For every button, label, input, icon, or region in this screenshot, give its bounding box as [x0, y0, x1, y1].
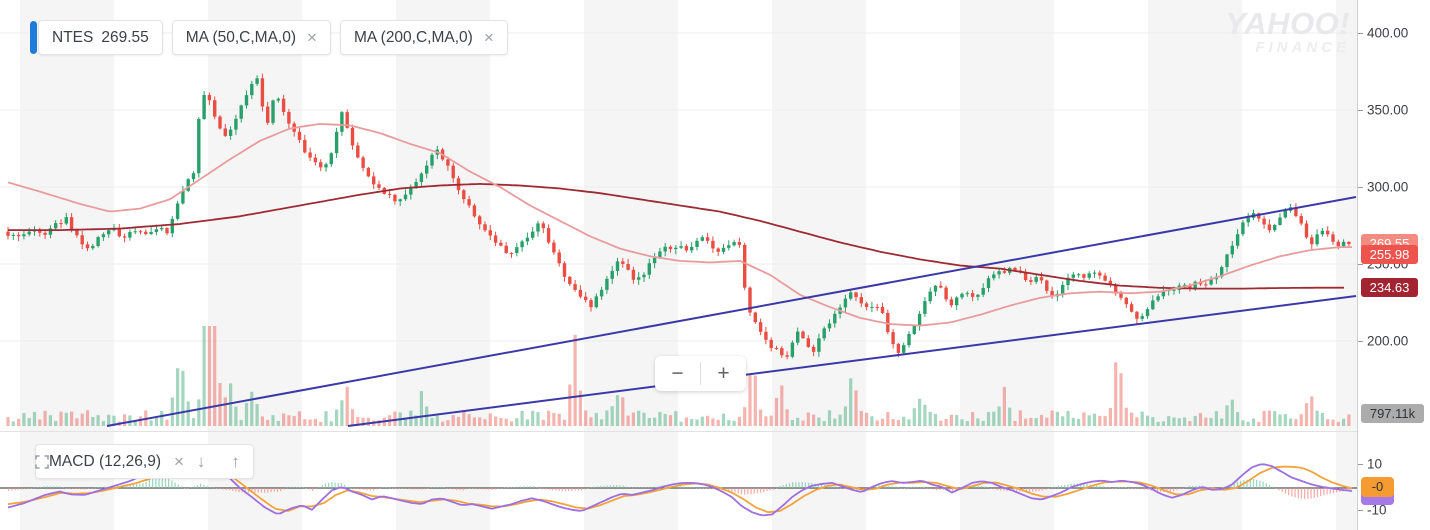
month-band	[1336, 432, 1357, 530]
axis-tick	[1358, 340, 1363, 342]
watermark-line2: FINANCE	[1255, 39, 1350, 56]
volume-value-badge: 797.11k	[1361, 404, 1424, 423]
axis-tick	[1358, 32, 1363, 34]
month-band	[1148, 432, 1242, 530]
close-icon[interactable]: ×	[307, 29, 317, 46]
axis-tick	[1358, 186, 1363, 188]
price-axis[interactable]: 269.55 255.98 234.63 797.11k -0 400.00 35…	[1357, 0, 1430, 530]
axis-tick	[1358, 509, 1363, 511]
ma50-value-badge: 255.98	[1361, 245, 1418, 265]
macd-indicator-chip[interactable]: MACD (12,26,9) × ↓ ↑	[35, 444, 254, 479]
axis-tick-label: 350.00	[1367, 102, 1409, 118]
macd-value-badge: -0	[1361, 477, 1394, 497]
month-band	[772, 432, 866, 530]
ticker-accent-bar	[30, 21, 37, 54]
indicator-label: MA (200,C,MA,0)	[353, 28, 473, 46]
month-band	[960, 0, 1054, 431]
zoom-in-button[interactable]: +	[701, 356, 746, 391]
month-band	[772, 0, 866, 431]
month-band	[1336, 0, 1357, 431]
watermark-line1: YAHOO!	[1225, 6, 1350, 41]
indicator-chip-ma50[interactable]: MA (50,C,MA,0) ×	[171, 20, 331, 55]
close-icon[interactable]: ×	[484, 29, 494, 46]
month-band	[960, 432, 1054, 530]
axis-tick-label: 10	[1367, 456, 1383, 472]
close-icon[interactable]: ×	[174, 453, 184, 470]
month-band	[396, 432, 490, 530]
move-up-icon[interactable]: ↑	[231, 453, 240, 470]
zoom-control: − +	[655, 356, 746, 391]
move-down-icon[interactable]: ↓	[197, 453, 206, 470]
axis-tick	[1358, 109, 1363, 111]
ticker-chip[interactable]: NTES 269.55	[30, 20, 163, 55]
axis-tick	[1358, 463, 1363, 465]
yahoo-finance-watermark: YAHOO! FINANCE	[1225, 8, 1350, 57]
indicator-chip-ma200[interactable]: MA (200,C,MA,0) ×	[339, 20, 508, 55]
month-band	[208, 0, 302, 431]
indicator-label: MA (50,C,MA,0)	[185, 28, 297, 46]
zoom-out-button[interactable]: −	[655, 356, 700, 391]
ticker-symbol: NTES	[52, 28, 94, 46]
month-band	[20, 0, 114, 431]
month-band	[584, 432, 678, 530]
macd-label: MACD (12,26,9)	[49, 452, 161, 470]
ma200-value-badge: 234.63	[1361, 278, 1418, 298]
axis-tick-label: 200.00	[1367, 333, 1409, 349]
ticker-last-price: 269.55	[101, 28, 149, 46]
axis-tick-label: 400.00	[1367, 25, 1409, 41]
axis-tick-label: 300.00	[1367, 179, 1409, 195]
legend-chips: NTES 269.55 MA (50,C,MA,0) × MA (200,C,M…	[30, 20, 508, 55]
month-band	[1148, 0, 1242, 431]
